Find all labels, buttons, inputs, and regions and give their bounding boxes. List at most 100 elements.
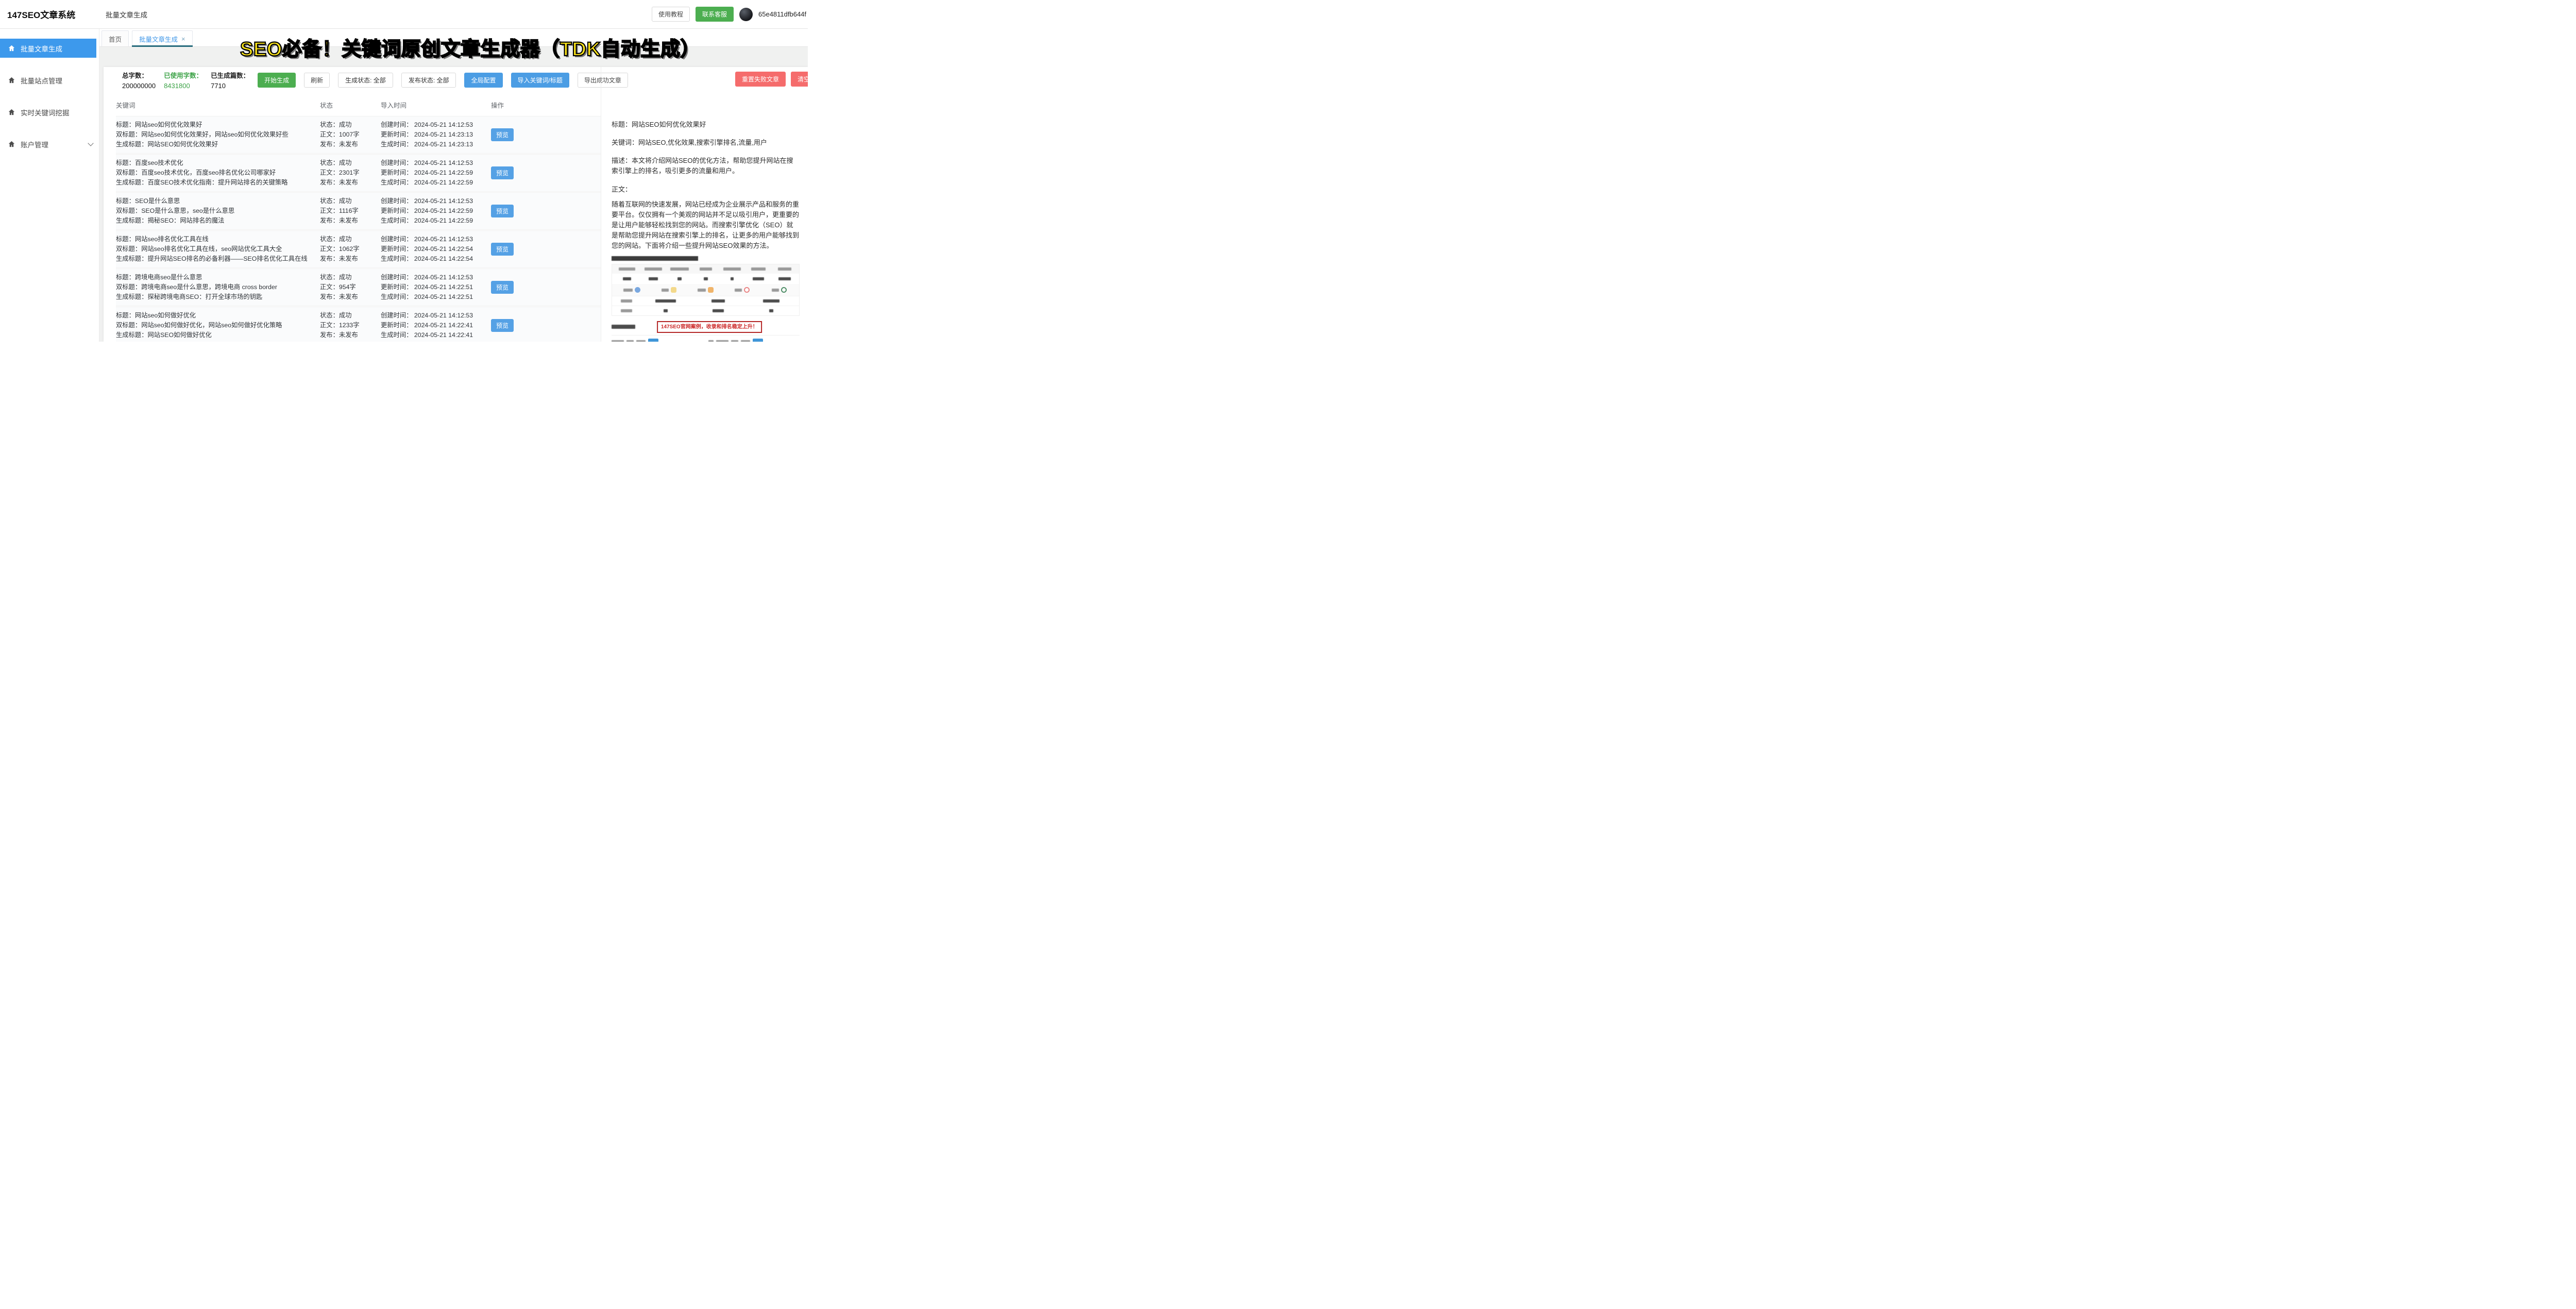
preview-button[interactable]: 预览	[491, 205, 514, 217]
content-area: 总字数： 200000000 已使用字数： 8431800 已生成篇数： 771…	[99, 47, 808, 342]
row-status: 状态：成功	[320, 236, 352, 243]
top-bar: 147SEO文章系统 批量文章生成 使用教程 联系客服 65e4811dfb64…	[0, 0, 808, 29]
weight-badge-icon	[635, 287, 641, 293]
topbar-right: 使用教程 联系客服 65e4811dfb644f	[651, 0, 808, 28]
article-table: 关键词 状态 导入时间 操作 标题：网站seo如何优化效果好 双标题：网站seo…	[104, 94, 601, 342]
row-updated: 更新时间： 2024-05-21 14:23:13	[381, 131, 473, 138]
col-keyword: 关键词	[116, 102, 135, 109]
sidebar-item-batch-article[interactable]: 批量文章生成	[0, 39, 96, 58]
col-action: 操作	[491, 102, 504, 109]
row-created: 创建时间： 2024-05-21 14:12:53	[381, 274, 473, 281]
home-icon	[8, 108, 15, 116]
preview-title: 标题：网站SEO如何优化效果好	[612, 121, 706, 128]
sidebar-item-account[interactable]: 账户管理	[0, 135, 99, 154]
preview-button[interactable]: 预览	[491, 128, 514, 141]
contact-support-button[interactable]: 联系客服	[695, 7, 734, 22]
row-gen-title: 生成标题：探秘跨境电商SEO：打开全球市场的钥匙	[116, 293, 263, 300]
row-title: 标题：百度seo技术优化	[116, 159, 183, 166]
preview-button[interactable]: 预览	[491, 166, 514, 179]
user-id: 65e4811dfb644f	[758, 10, 807, 18]
row-generated: 生成时间： 2024-05-21 14:23:13	[381, 141, 473, 148]
row-title: 标题：网站seo如何做好优化	[116, 312, 196, 319]
preview-description: 描述：本文将介绍网站SEO的优化方法，帮助您提升网站在搜索引擎上的排名，吸引更多…	[612, 157, 793, 175]
row-updated: 更新时间： 2024-05-21 14:22:59	[381, 207, 473, 214]
row-title: 标题：跨境电商seo是什么意思	[116, 274, 202, 281]
table-row: 标题：网站seo如何优化效果好 双标题：网站seo如何优化效果好，网站seo如何…	[116, 116, 601, 154]
overlay-title: SEO必备！关键词原创文章生成器（TDK自动生成）	[240, 38, 701, 61]
row-updated: 更新时间： 2024-05-21 14:22:41	[381, 322, 473, 329]
refresh-button[interactable]: 刷新	[304, 72, 330, 88]
row-gen-title: 生成标题：提升网站SEO排名的必备利器——SEO排名优化工具在线	[116, 255, 308, 262]
sidebar-item-label: 批量文章生成	[21, 45, 62, 53]
weight-badge-icon	[781, 287, 787, 293]
row-updated: 更新时间： 2024-05-21 14:22:54	[381, 245, 473, 253]
close-icon[interactable]: ×	[181, 36, 185, 42]
row-gen-title: 生成标题：揭秘SEO：网站排名的魔法	[116, 217, 225, 224]
tab-label: 首页	[109, 36, 122, 43]
sidebar-item-keyword-mining[interactable]: 实时关键词挖掘	[0, 103, 99, 122]
row-double-title: 双标题：网站seo如何做好优化，网站seo如何做好优化策略	[116, 322, 282, 329]
start-generate-button[interactable]: 开始生成	[258, 72, 296, 88]
row-updated: 更新时间： 2024-05-21 14:22:51	[381, 283, 473, 291]
row-words: 正文：954字	[320, 283, 356, 291]
row-created: 创建时间： 2024-05-21 14:12:53	[381, 312, 473, 319]
sidebar-item-batch-site[interactable]: 批量站点管理	[0, 71, 99, 90]
weight-badge-icon	[744, 287, 750, 293]
row-generated: 生成时间： 2024-05-21 14:22:59	[381, 217, 473, 224]
row-generated: 生成时间： 2024-05-21 14:22:54	[381, 255, 473, 262]
stat-value: 8431800	[164, 82, 190, 90]
main-card: 总字数： 200000000 已使用字数： 8431800 已生成篇数： 771…	[104, 67, 808, 342]
tab-home[interactable]: 首页	[101, 30, 129, 46]
row-double-title: 双标题：网站seo排名优化工具在线，seo网站优化工具大全	[116, 245, 282, 253]
app-logo: 147SEO文章系统	[7, 10, 76, 20]
stat-used-words: 已使用字数： 8431800	[164, 70, 202, 90]
preview-keywords: 关键词：网站SEO,优化效果,搜索引擎排名,流量,用户	[612, 139, 767, 147]
tab-label: 批量文章生成	[139, 36, 178, 43]
row-double-title: 双标题：百度seo技术优化，百度seo排名优化公司哪家好	[116, 169, 276, 176]
stat-label: 已使用字数：	[164, 72, 203, 79]
global-config-button[interactable]: 全局配置	[464, 72, 503, 88]
col-import-time: 导入时间	[381, 102, 407, 109]
table-header: 关键词 状态 导入时间 操作	[116, 98, 601, 116]
row-generated: 生成时间： 2024-05-21 14:22:41	[381, 331, 473, 339]
preview-body-label: 正文：	[612, 185, 632, 193]
row-publish: 发布：未发布	[320, 141, 358, 148]
row-title: 标题：SEO是什么意思	[116, 197, 180, 205]
table-row: 标题：SEO是什么意思 双标题：SEO是什么意思，seo是什么意思 生成标题：揭…	[116, 192, 601, 230]
row-double-title: 双标题：跨境电商seo是什么意思，跨境电商 cross border	[116, 283, 277, 291]
row-updated: 更新时间： 2024-05-21 14:22:59	[381, 169, 473, 176]
preview-button[interactable]: 预览	[491, 319, 514, 332]
weight-badge-icon	[670, 287, 676, 293]
case-chart-right	[708, 339, 800, 342]
stat-label: 已生成篇数：	[211, 72, 250, 79]
chart-range-button	[752, 339, 763, 342]
case-screenshot: 147SEO官网案例，收录和排名稳定上升！	[612, 256, 800, 342]
col-status: 状态	[320, 102, 333, 109]
row-words: 正文：2301字	[320, 169, 360, 176]
row-words: 正文：1233字	[320, 322, 360, 329]
stat-label: 总字数：	[122, 72, 148, 79]
home-icon	[8, 44, 15, 52]
case-chart-left	[612, 339, 703, 342]
row-gen-title: 生成标题：网站SEO如何优化效果好	[116, 141, 218, 148]
generate-status-select[interactable]: 生成状态: 全部	[338, 72, 393, 88]
import-keywords-button[interactable]: 导入关键词/标题	[511, 72, 569, 88]
tab-batch-article[interactable]: 批量文章生成 ×	[132, 30, 193, 47]
row-words: 正文：1116字	[320, 207, 359, 214]
sidebar-item-label: 批量站点管理	[21, 77, 62, 85]
stat-generated-count: 已生成篇数： 7710	[211, 70, 249, 90]
stat-value: 7710	[211, 82, 226, 90]
tutorial-button[interactable]: 使用教程	[651, 7, 690, 22]
avatar[interactable]	[739, 7, 753, 21]
row-created: 创建时间： 2024-05-21 14:12:53	[381, 159, 473, 166]
sidebar: 批量文章生成 批量站点管理 实时关键词挖掘 账户管理	[0, 28, 99, 342]
preview-button[interactable]: 预览	[491, 281, 514, 294]
preview-button[interactable]: 预览	[491, 243, 514, 256]
home-icon	[8, 76, 15, 84]
case-caption-illegible	[612, 256, 698, 261]
row-status: 状态：成功	[320, 197, 352, 205]
row-gen-title: 生成标题：百度SEO技术优化指南：提升网站排名的关键策略	[116, 179, 288, 186]
row-generated: 生成时间： 2024-05-21 14:22:59	[381, 179, 473, 186]
publish-status-select[interactable]: 发布状态: 全部	[401, 72, 456, 88]
row-publish: 发布：未发布	[320, 255, 358, 262]
